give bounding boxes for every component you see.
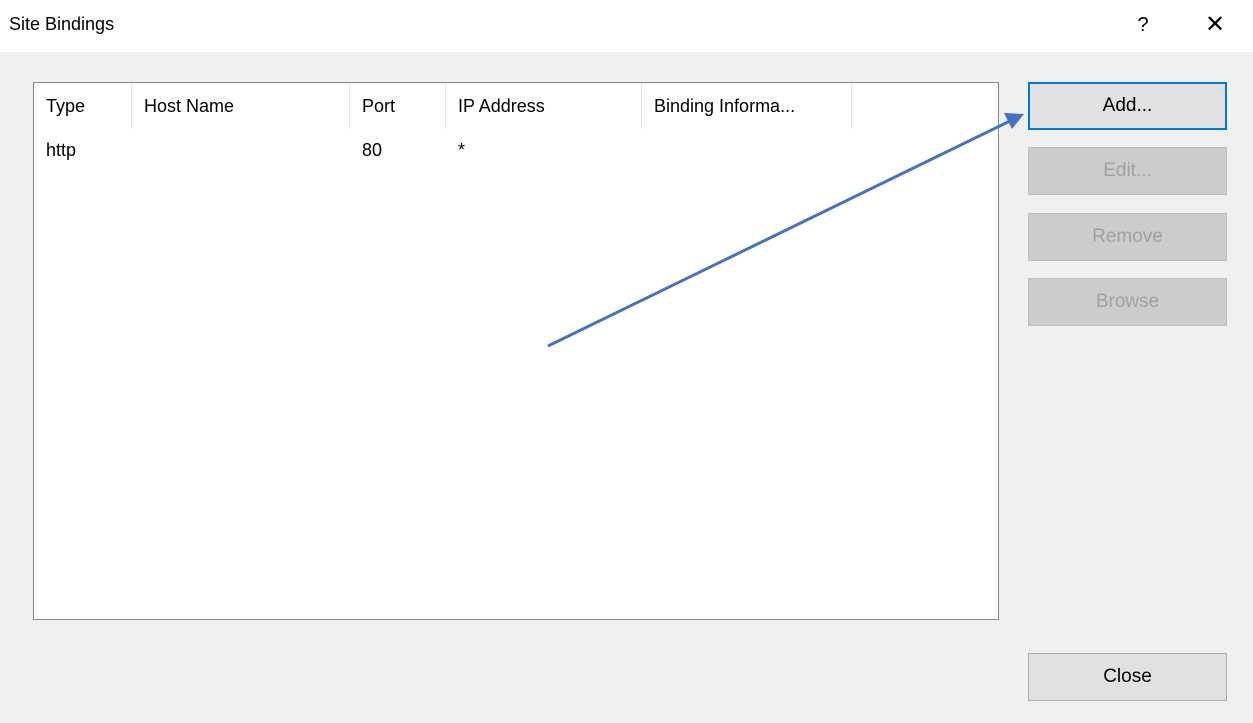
bindings-list[interactable]: Type Host Name Port IP Address Binding I… (33, 82, 999, 620)
dialog-title: Site Bindings (9, 14, 115, 34)
column-header-type[interactable]: Type (34, 83, 132, 129)
close-button[interactable]: Close (1028, 653, 1227, 701)
column-header-host-name[interactable]: Host Name (132, 83, 350, 129)
table-row[interactable]: http 80 * (34, 133, 998, 167)
column-header-port[interactable]: Port (350, 83, 446, 129)
add-button[interactable]: Add... (1028, 82, 1227, 130)
list-header: Type Host Name Port IP Address Binding I… (34, 83, 998, 133)
browse-button[interactable]: Browse (1028, 278, 1227, 326)
cell-binding-information (642, 133, 852, 167)
cell-port: 80 (362, 140, 383, 160)
remove-button[interactable]: Remove (1028, 213, 1227, 261)
cell-host-name (132, 133, 350, 167)
close-window-button[interactable]: ✕ (1200, 9, 1230, 41)
edit-button[interactable]: Edit... (1028, 147, 1227, 195)
cell-type: http (46, 140, 77, 160)
column-header-ip-address[interactable]: IP Address (446, 83, 642, 129)
title-bar: Site Bindings ? ✕ (0, 0, 1253, 52)
help-button[interactable]: ? (1130, 10, 1156, 40)
cell-ip-address: * (458, 140, 466, 160)
column-header-binding-information[interactable]: Binding Informa... (642, 83, 852, 129)
